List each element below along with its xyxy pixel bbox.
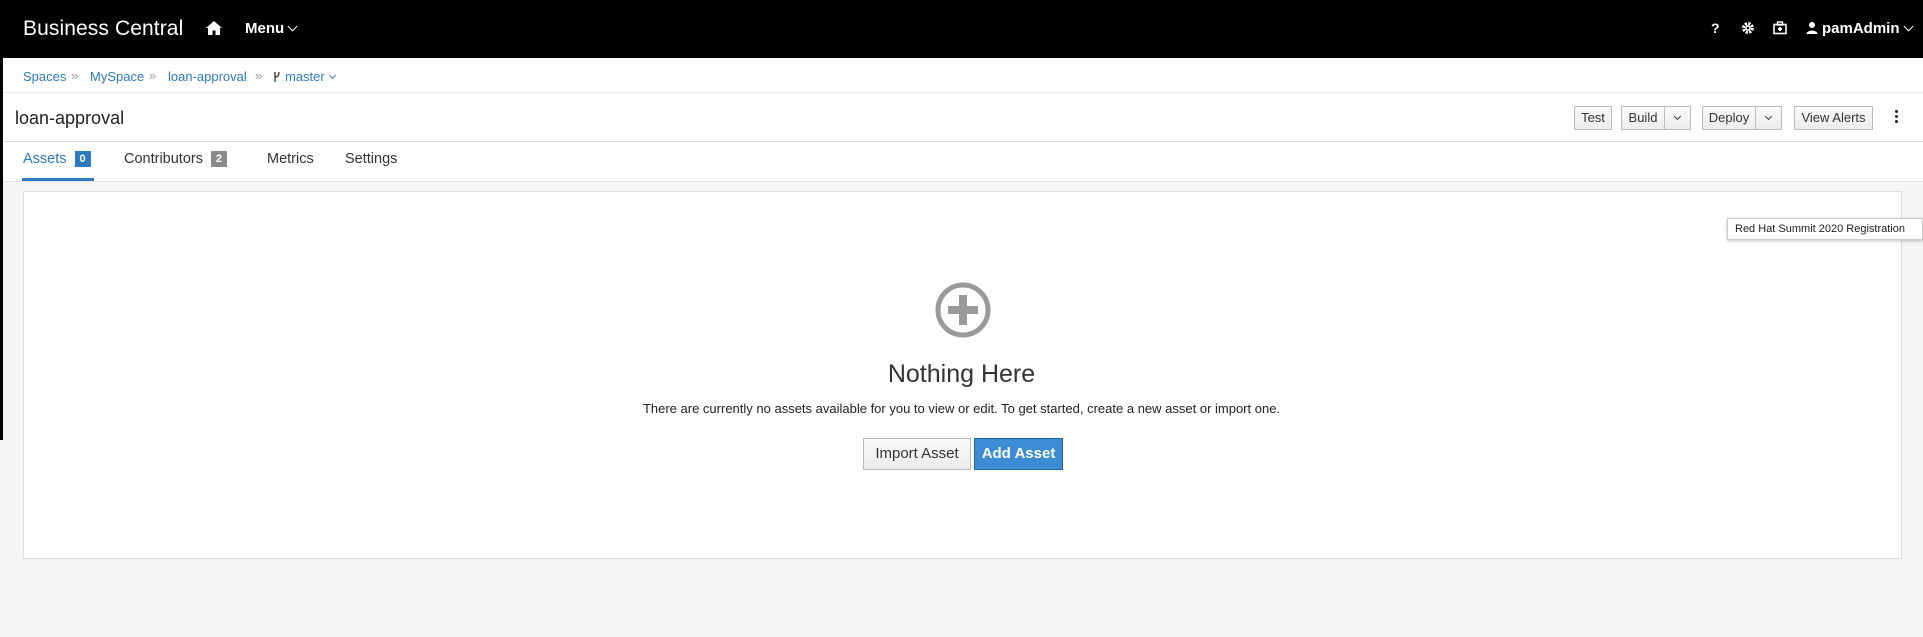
gear-icon[interactable] (1741, 21, 1755, 35)
user-name: pamAdmin (1822, 20, 1900, 37)
chevron-down-icon (328, 71, 336, 80)
breadcrumb-myspace[interactable]: MySpace (90, 69, 144, 84)
chevron-down-icon (1903, 21, 1913, 32)
breadcrumb-separator: » (149, 68, 157, 83)
view-alerts-button[interactable]: View Alerts (1794, 106, 1873, 130)
empty-state-text: There are currently no assets available … (642, 401, 1281, 416)
top-navbar: Business Central Menu ? pamAdmin (0, 0, 1923, 58)
kebab-icon[interactable] (1895, 110, 1899, 125)
briefcase-icon[interactable] (1773, 21, 1787, 35)
chevron-down-icon (1764, 112, 1773, 121)
chevron-down-icon (287, 21, 298, 32)
branch-label: master (285, 69, 325, 84)
deploy-button[interactable]: Deploy (1702, 106, 1756, 130)
menu-label: Menu (245, 20, 285, 37)
tab-assets[interactable]: Assets 0 (23, 151, 91, 168)
build-dropdown-button[interactable] (1664, 106, 1691, 130)
branch-selector[interactable]: master (273, 69, 336, 84)
project-tabs: Assets 0 Contributors 2 Metrics Settings (3, 142, 1923, 182)
menu-dropdown[interactable]: Menu (245, 20, 298, 37)
tab-label: Contributors (124, 151, 203, 167)
import-asset-button[interactable]: Import Asset (863, 438, 971, 470)
deploy-dropdown-button[interactable] (1755, 106, 1782, 130)
user-icon (1806, 22, 1818, 34)
plus-circle-icon (935, 282, 991, 338)
add-asset-button[interactable]: Add Asset (974, 438, 1063, 470)
contributors-count-badge: 2 (210, 151, 227, 167)
breadcrumb-separator: » (71, 68, 79, 83)
assets-count-badge: 0 (74, 151, 91, 167)
chevron-down-icon (1673, 112, 1682, 121)
tab-metrics[interactable]: Metrics (267, 151, 314, 167)
breadcrumb-spaces[interactable]: Spaces (23, 69, 66, 84)
home-icon[interactable] (205, 20, 223, 36)
brand-title[interactable]: Business Central (23, 17, 183, 41)
tab-contributors[interactable]: Contributors 2 (124, 151, 227, 168)
active-tab-indicator (22, 178, 94, 181)
breadcrumb-project[interactable]: loan-approval (168, 69, 247, 84)
registration-tooltip[interactable]: Red Hat Summit 2020 Registration (1727, 218, 1923, 240)
branch-icon (274, 71, 280, 82)
empty-state-title: Nothing Here (887, 360, 1036, 388)
user-menu[interactable]: pamAdmin (1806, 20, 1913, 37)
tab-label: Assets (23, 151, 67, 167)
tab-settings[interactable]: Settings (345, 151, 397, 167)
project-header: loan-approval Test Build Deploy View Ale… (3, 93, 1923, 142)
build-button[interactable]: Build (1621, 106, 1665, 130)
breadcrumb: Spaces » MySpace » loan-approval » maste… (3, 58, 1923, 93)
page-title: loan-approval (15, 108, 125, 128)
help-icon[interactable]: ? (1711, 20, 1720, 36)
test-button[interactable]: Test (1574, 106, 1612, 130)
breadcrumb-separator: » (255, 68, 263, 83)
